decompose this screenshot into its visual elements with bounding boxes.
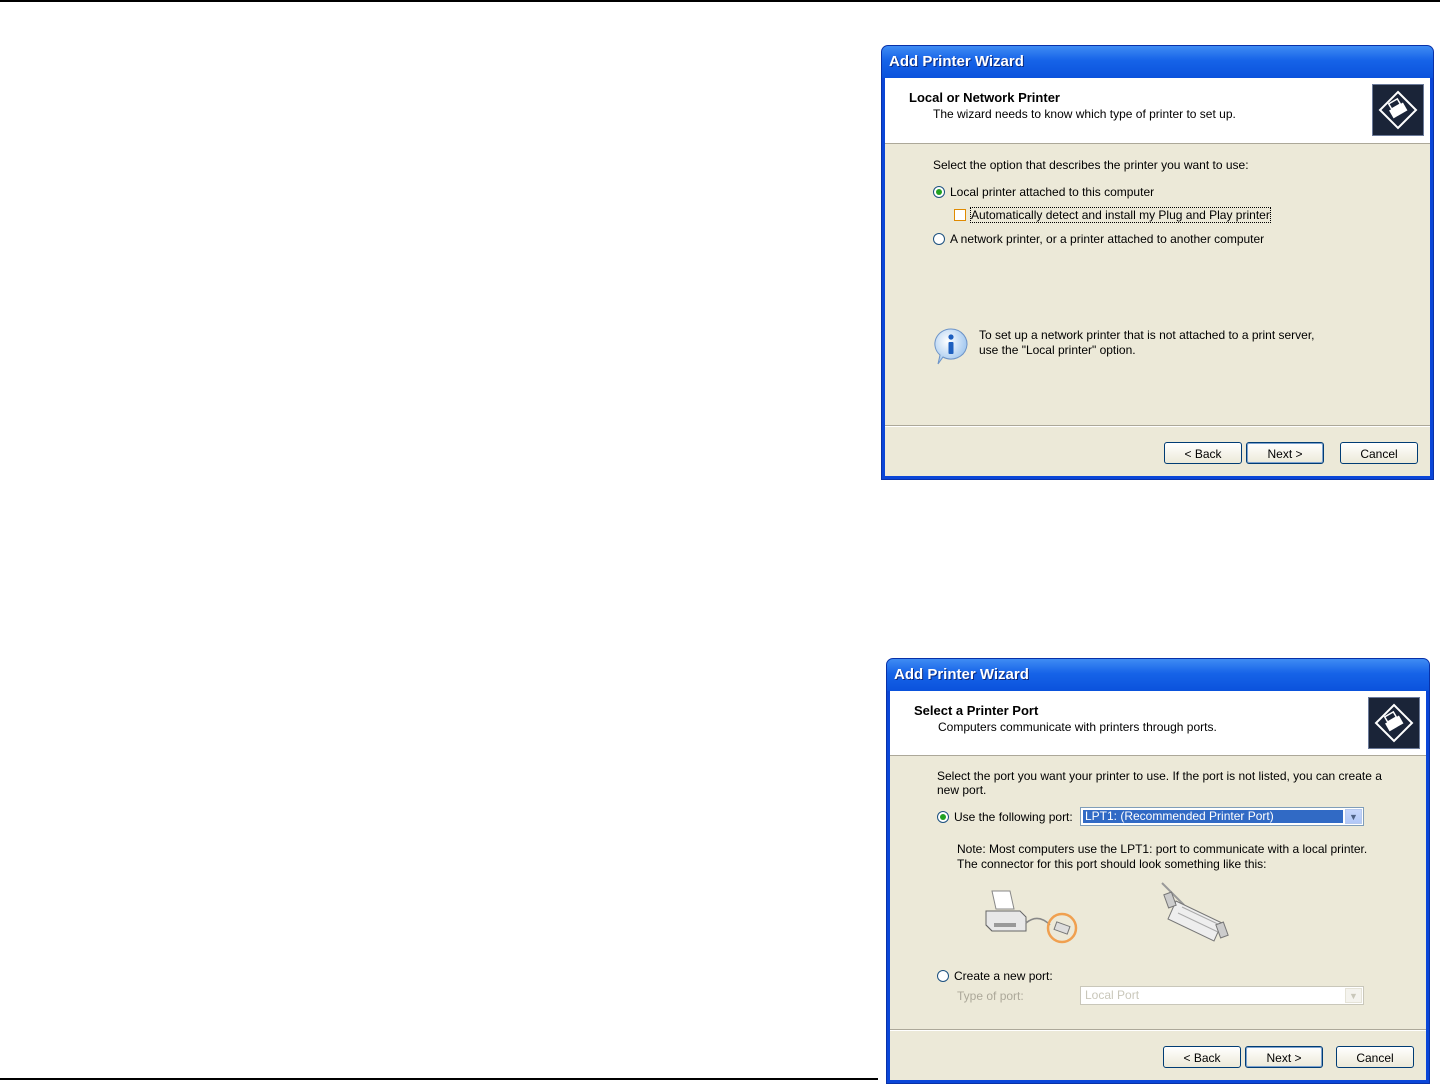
printer-wizard-icon <box>1372 84 1424 136</box>
note-line-2: The connector for this port should look … <box>957 857 1267 871</box>
type-of-port-select: Local Port ▼ <box>1080 986 1364 1005</box>
info-line-2: use the "Local printer" option. <box>979 343 1136 357</box>
dialog-title[interactable]: Add Printer Wizard <box>887 659 1429 691</box>
use-following-port-label[interactable]: Use the following port: <box>954 810 1073 824</box>
auto-detect-checkbox[interactable] <box>954 209 966 221</box>
next-button[interactable]: Next > <box>1246 442 1324 464</box>
header-title: Local or Network Printer <box>909 90 1060 105</box>
note-line-1: Note: Most computers use the LPT1: port … <box>957 842 1368 856</box>
dialog-client-area: Local or Network Printer The wizard need… <box>885 78 1430 476</box>
type-of-port-value: Local Port <box>1085 989 1140 1002</box>
back-button[interactable]: < Back <box>1163 1046 1241 1068</box>
wizard-header: Select a Printer Port Computers communic… <box>890 691 1426 756</box>
auto-detect-label[interactable]: Automatically detect and install my Plug… <box>970 207 1271 223</box>
chevron-down-icon: ▼ <box>1345 988 1362 1003</box>
next-button[interactable]: Next > <box>1245 1046 1323 1068</box>
header-subtitle: The wizard needs to know which type of p… <box>933 107 1236 121</box>
option-prompt: Select the option that describes the pri… <box>933 158 1249 172</box>
parallel-connector-illustration-icon <box>1152 879 1248 949</box>
use-following-port-radio[interactable] <box>937 811 949 823</box>
dialog-client-area: Select a Printer Port Computers communic… <box>890 691 1426 1080</box>
add-printer-wizard-dialog-local-or-network: Add Printer Wizard Local or Network Prin… <box>881 45 1434 480</box>
local-printer-radio[interactable] <box>933 186 945 198</box>
info-icon <box>931 326 971 366</box>
port-select[interactable]: LPT1: (Recommended Printer Port) ▼ <box>1080 807 1364 826</box>
network-printer-radio[interactable] <box>933 233 945 245</box>
type-of-port-label: Type of port: <box>957 989 1024 1003</box>
add-printer-wizard-dialog-select-port: Add Printer Wizard Select a Printer Port… <box>886 658 1430 1084</box>
local-printer-label[interactable]: Local printer attached to this computer <box>950 185 1154 199</box>
back-button[interactable]: < Back <box>1164 442 1242 464</box>
info-line-1: To set up a network printer that is not … <box>979 328 1315 342</box>
create-new-port-label[interactable]: Create a new port: <box>954 969 1053 983</box>
top-rule <box>0 0 1440 2</box>
port-prompt-line-1: Select the port you want your printer to… <box>937 769 1382 783</box>
button-separator <box>885 425 1430 427</box>
header-title: Select a Printer Port <box>914 703 1039 718</box>
printer-with-port-illustration-icon <box>982 883 1102 953</box>
bottom-rule <box>0 1078 878 1080</box>
dialog-title[interactable]: Add Printer Wizard <box>882 46 1433 78</box>
button-separator <box>890 1029 1426 1031</box>
network-printer-label[interactable]: A network printer, or a printer attached… <box>950 232 1264 246</box>
printer-wizard-icon <box>1368 697 1420 749</box>
create-new-port-radio[interactable] <box>937 970 949 982</box>
cancel-button[interactable]: Cancel <box>1340 442 1418 464</box>
wizard-header: Local or Network Printer The wizard need… <box>885 78 1430 144</box>
cancel-button[interactable]: Cancel <box>1336 1046 1414 1068</box>
port-select-value: LPT1: (Recommended Printer Port) <box>1083 810 1343 823</box>
chevron-down-icon[interactable]: ▼ <box>1345 809 1362 824</box>
port-prompt-line-2: new port. <box>937 783 987 797</box>
header-subtitle: Computers communicate with printers thro… <box>938 720 1217 734</box>
